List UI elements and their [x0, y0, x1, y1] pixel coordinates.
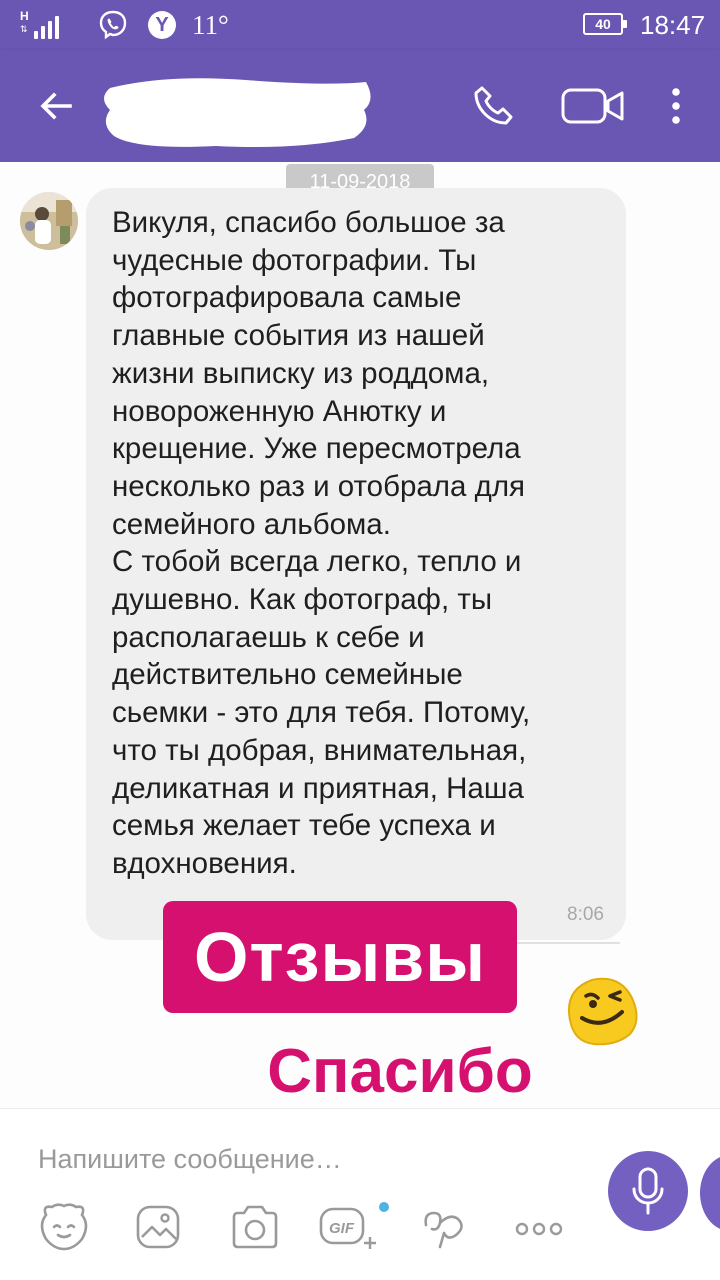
viber-icon: [99, 10, 127, 40]
message-text: Викуля, спасибо большое за чудесные фото…: [112, 206, 531, 880]
gallery-icon: [136, 1205, 180, 1249]
microphone-icon: [632, 1167, 664, 1215]
chat-header: [0, 50, 720, 162]
data-arrows-icon: ⇅: [20, 24, 28, 34]
send-options-button[interactable]: [700, 1155, 720, 1231]
temperature-label: 11°: [192, 10, 229, 40]
video-camera-icon[interactable]: [560, 86, 626, 126]
more-horizontal-icon: [515, 1222, 563, 1236]
camera-icon: [232, 1205, 278, 1249]
voice-message-button[interactable]: [608, 1151, 688, 1231]
doodle-icon: [424, 1211, 463, 1249]
thanks-overlay-label: Спасибо: [267, 1037, 533, 1106]
message-composer: GIF: [0, 1108, 720, 1280]
viber-chat-screen: H ⇅ Y 11° 40 18:47 11-09-2018 Викуля, сп…: [0, 0, 720, 1280]
sticker-button[interactable]: [36, 1201, 92, 1253]
reviews-overlay-label: Отзывы: [163, 901, 517, 1013]
winking-emoji-icon: [568, 977, 638, 1046]
network-type-label: H: [20, 9, 29, 23]
message-timestamp: 8:06: [567, 904, 604, 925]
svg-text:GIF: GIF: [329, 1220, 355, 1237]
camera-button[interactable]: [228, 1201, 282, 1253]
gallery-button[interactable]: [134, 1201, 182, 1253]
sticker-icon: [40, 1203, 88, 1251]
status-bar: H ⇅ Y 11° 40 18:47: [0, 0, 720, 50]
phone-icon[interactable]: [470, 82, 518, 130]
message-input[interactable]: [38, 1139, 578, 1179]
battery-icon: 40: [583, 13, 627, 35]
back-arrow-icon[interactable]: [34, 84, 78, 128]
more-options-button[interactable]: [514, 1201, 564, 1253]
battery-level: 40: [595, 16, 611, 32]
divider: [500, 942, 620, 948]
message-list[interactable]: 11-09-2018 Викуля, спасибо большое за чу…: [0, 162, 720, 1108]
contact-name-redacted[interactable]: [96, 70, 384, 154]
doodle-button[interactable]: [420, 1201, 470, 1253]
clock: 18:47: [640, 10, 706, 40]
incoming-message-bubble[interactable]: Викуля, спасибо большое за чудесные фото…: [86, 188, 626, 940]
more-vertical-icon[interactable]: [664, 84, 688, 128]
gif-button[interactable]: GIF: [318, 1201, 378, 1253]
new-content-dot: [379, 1202, 389, 1212]
signal-icon: [34, 16, 59, 39]
weather-app-icon: Y: [148, 11, 176, 39]
gif-icon: GIF: [319, 1207, 376, 1249]
avatar[interactable]: [20, 192, 78, 250]
